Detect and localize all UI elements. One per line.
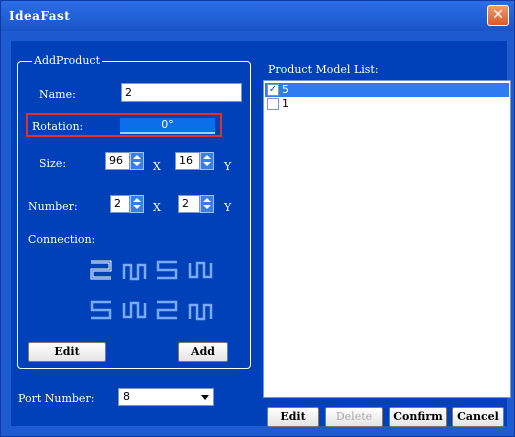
list-item-label: 1 — [282, 97, 289, 110]
arrow-down-icon[interactable] — [133, 162, 141, 166]
port-number-value: 8 — [123, 390, 130, 403]
edit-connection-button[interactable]: Edit — [28, 342, 106, 362]
checkbox-unchecked[interactable] — [267, 98, 279, 110]
connection-serpentine-down-alt-icon[interactable] — [119, 295, 149, 325]
port-number-select[interactable]: 8 — [118, 388, 214, 406]
rotation-field[interactable]: 0° — [120, 118, 215, 134]
connection-serpentine-up-alt-icon[interactable] — [185, 295, 215, 325]
arrow-down-icon[interactable] — [203, 162, 211, 166]
cancel-button[interactable]: Cancel — [452, 407, 504, 427]
connection-s-shape-flipped-icon[interactable] — [86, 295, 116, 325]
size-y-axis-label: Y — [224, 160, 232, 173]
connection-serpentine-up-icon[interactable] — [119, 255, 149, 285]
connection-zigzag-icon[interactable] — [152, 295, 182, 325]
edit-model-button[interactable]: Edit — [267, 407, 319, 427]
number-y-spinner[interactable] — [200, 195, 214, 213]
arrow-up-icon[interactable] — [203, 198, 211, 202]
number-x-spinner[interactable] — [130, 195, 144, 213]
product-model-list[interactable]: ✓ 5 1 — [263, 80, 511, 398]
checkbox-checked[interactable]: ✓ — [267, 84, 279, 96]
size-x-axis-label: X — [153, 160, 161, 173]
connection-pattern-grid — [86, 255, 236, 335]
connection-zigzag-selected-icon[interactable] — [86, 255, 116, 285]
size-y-input[interactable]: 16 — [175, 152, 200, 170]
number-y-axis-label: Y — [224, 201, 232, 214]
arrow-down-icon[interactable] — [203, 205, 211, 209]
connection-serpentine-down-icon[interactable] — [185, 255, 215, 285]
product-model-list-title: Product Model List: — [268, 63, 379, 76]
confirm-button[interactable]: Confirm — [389, 407, 447, 427]
size-label: Size: — [39, 157, 67, 170]
arrow-up-icon[interactable] — [203, 155, 211, 159]
delete-model-button[interactable]: Delete — [325, 407, 383, 427]
list-item-label: 5 — [282, 83, 289, 96]
number-y-input[interactable]: 2 — [178, 195, 200, 213]
rotation-label: Rotation: — [32, 120, 84, 133]
size-y-spinner[interactable] — [200, 152, 214, 170]
chevron-down-icon[interactable] — [201, 395, 209, 400]
name-input[interactable]: 2 — [121, 83, 242, 102]
size-x-spinner[interactable] — [130, 152, 144, 170]
number-x-input[interactable]: 2 — [110, 195, 130, 213]
connection-s-shape-icon[interactable] — [152, 255, 182, 285]
list-item[interactable]: 1 — [265, 97, 509, 111]
name-label: Name: — [39, 88, 76, 101]
close-button[interactable]: ✕ — [487, 5, 509, 26]
number-label: Number: — [28, 200, 78, 213]
window-title: IdeaFast — [9, 9, 71, 23]
title-bar[interactable]: IdeaFast ✕ — [1, 1, 514, 31]
close-icon: ✕ — [492, 7, 504, 23]
arrow-down-icon[interactable] — [133, 205, 141, 209]
add-product-button[interactable]: Add — [178, 342, 228, 362]
size-x-input[interactable]: 96 — [105, 152, 130, 170]
list-item[interactable]: ✓ 5 — [265, 83, 509, 97]
port-number-label: Port Number: — [18, 392, 95, 405]
add-product-legend: AddProduct — [32, 54, 103, 67]
arrow-up-icon[interactable] — [133, 155, 141, 159]
number-x-axis-label: X — [153, 201, 161, 214]
connection-label: Connection: — [28, 233, 96, 246]
check-icon: ✓ — [268, 84, 278, 95]
arrow-up-icon[interactable] — [133, 198, 141, 202]
